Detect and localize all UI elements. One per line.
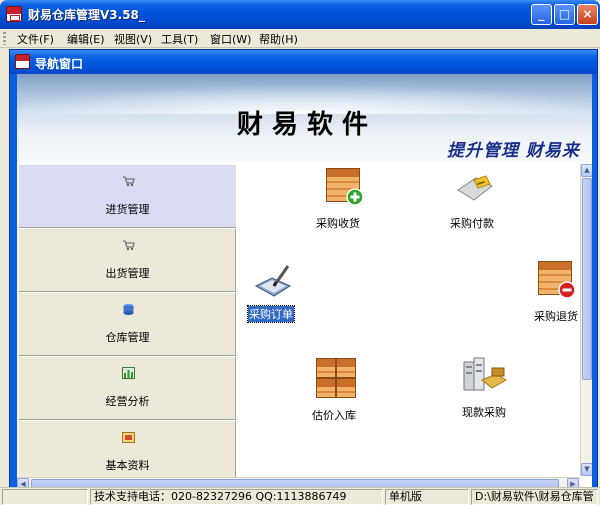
cart-icon [123,240,135,251]
plus-badge-icon [346,188,364,206]
purchase-order-item[interactable]: 采购订单 [246,264,302,324]
navigation-window: 导航窗口 财易软件 提升管理 财易来 进货管理 出货管理 仓库管理 经营分析 基… [9,49,598,491]
status-support: 技术支持电话：020-82327296 QQ:1113886749 [90,489,383,505]
purchase-receipt-item[interactable]: 采购收货 [316,166,372,231]
banner: 财易软件 提升管理 财易来 [17,74,592,162]
scroll-down-button[interactable]: ▼ [581,463,592,476]
navigation-window-titlebar[interactable]: 导航窗口 [10,50,597,74]
vertical-scroll-thumb[interactable] [582,178,592,380]
crate-stack-icon [336,358,356,378]
banner-slogan: 提升管理 财易来 [447,141,580,161]
order-pen-icon [254,265,292,297]
purchase-payment-label[interactable]: 采购付款 [450,215,494,231]
status-bar: 技术支持电话：020-82327296 QQ:1113886749 单机版 D:… [0,487,600,505]
estimate-stock-in-item[interactable]: 估价入库 [310,354,366,422]
window-titlebar[interactable]: 财易仓库管理V3.58_ _ □ × [0,0,600,29]
scroll-up-button[interactable]: ▲ [581,164,592,177]
menu-edit[interactable]: 编辑(E) [67,31,105,47]
maximize-button[interactable]: □ [554,4,575,25]
menu-bar: 文件(F) 编辑(E) 视图(V) 工具(T) 窗口(W) 帮助(H) [0,29,600,48]
purchase-receipt-label[interactable]: 采购收货 [316,215,360,231]
nav-section-sales[interactable]: 出货管理 [19,228,236,292]
vertical-scrollbar[interactable]: ▲ ▼ [580,164,592,476]
payment-card-icon [457,175,493,201]
nav-section-label: 基本资料 [105,459,150,472]
crate-stack-icon [336,378,356,398]
status-panel-blank [2,489,88,505]
purchase-return-label[interactable]: 采购退货 [534,308,578,324]
minimize-button[interactable]: _ [531,4,552,25]
nav-section-label: 经营分析 [105,395,150,408]
cash-purchase-label[interactable]: 现款采购 [462,404,506,420]
nav-section-label: 进货管理 [105,203,150,216]
minus-badge-icon [558,281,576,299]
chart-icon [122,367,135,379]
menu-window[interactable]: 窗口(W) [210,31,251,47]
menu-view[interactable]: 视图(V) [114,31,152,47]
purchase-payment-item[interactable]: 采购付款 [446,166,502,231]
banner-title: 财易软件 [237,110,378,140]
close-button[interactable]: × [577,4,598,25]
nav-section-warehouse[interactable]: 仓库管理 [19,292,236,356]
function-icon-area: 采购收货 采购付款 采购订单 采购退货 估价入库 现款采购 [238,164,580,476]
nav-section-purchase[interactable]: 进货管理 [19,164,236,228]
cash-building-icon [463,357,507,391]
menu-help[interactable]: 帮助(H) [259,31,298,47]
menu-tools[interactable]: 工具(T) [161,31,198,47]
toolbar-grip[interactable] [3,32,6,45]
navigation-window-title: 导航窗口 [35,57,84,71]
window-title: 财易仓库管理V3.58_ [28,8,145,22]
navigation-client-area: 财易软件 提升管理 财易来 进货管理 出货管理 仓库管理 经营分析 基本资料 采… [17,74,592,491]
cash-purchase-item[interactable]: 现款采购 [458,354,514,420]
folder-icon [122,432,135,443]
nav-section-label: 仓库管理 [105,331,150,344]
app-icon[interactable] [6,6,22,22]
left-nav-panel: 进货管理 出货管理 仓库管理 经营分析 基本资料 [19,164,236,491]
nav-section-analysis[interactable]: 经营分析 [19,356,236,420]
crate-stack-icon [316,378,336,398]
cart-icon [123,176,135,187]
status-mode: 单机版 [385,489,469,505]
menu-file[interactable]: 文件(F) [17,31,54,47]
purchase-return-item[interactable]: 采购退货 [528,259,584,324]
status-path: D:\财易软件\财易仓库管 [471,489,598,505]
crate-stack-icon [316,358,336,378]
nav-section-label: 出货管理 [105,267,150,280]
estimate-stock-in-label[interactable]: 估价入库 [312,407,356,423]
database-icon [123,304,134,315]
nav-section-basic-data[interactable]: 基本资料 [19,420,236,484]
purchase-order-label[interactable]: 采购订单 [247,305,295,323]
navigation-window-icon [15,54,30,69]
